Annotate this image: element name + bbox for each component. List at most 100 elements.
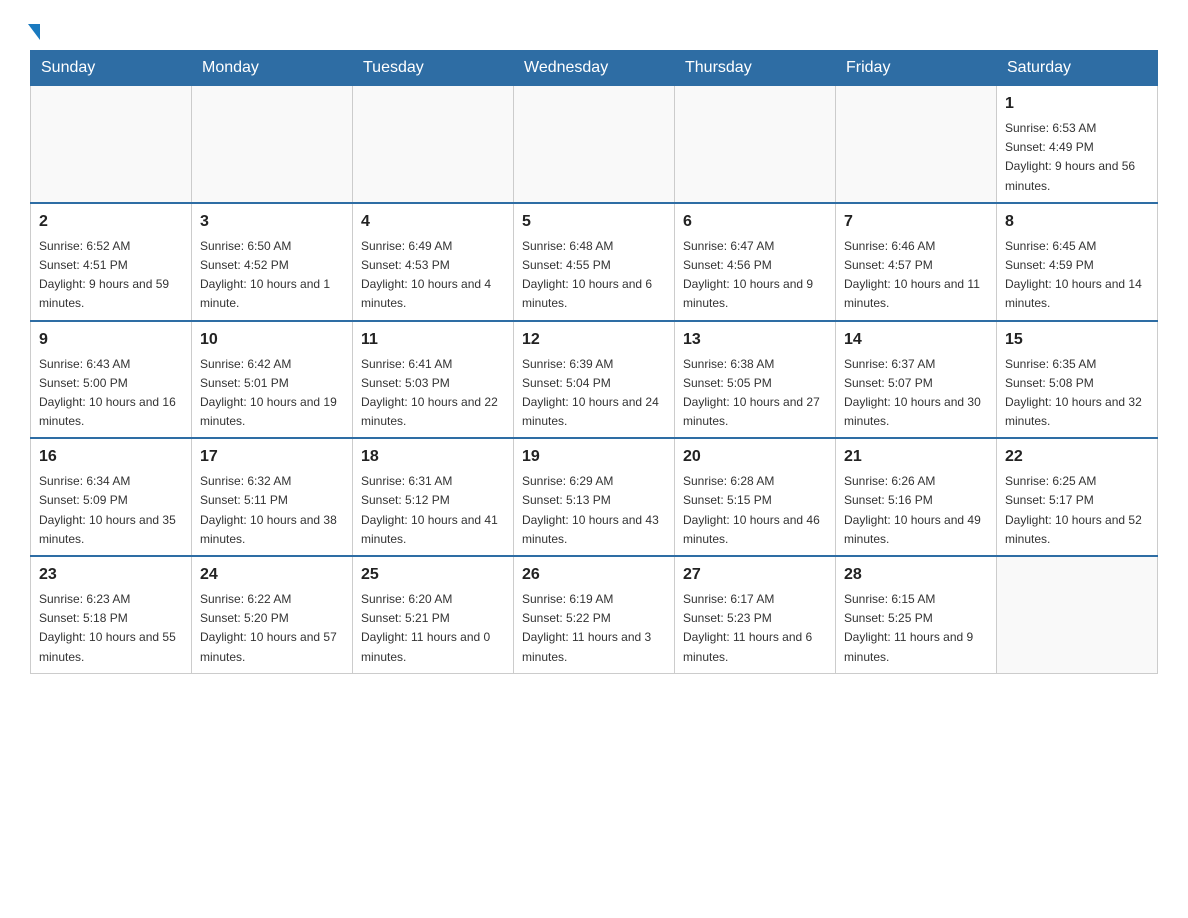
calendar-cell: 14 Sunrise: 6:37 AMSunset: 5:07 PMDayligh… (836, 321, 997, 439)
day-number: 10 (200, 328, 344, 352)
calendar-cell: 18 Sunrise: 6:31 AMSunset: 5:12 PMDayligh… (353, 438, 514, 556)
day-number: 5 (522, 210, 666, 234)
calendar-cell: 4 Sunrise: 6:49 AMSunset: 4:53 PMDaylight… (353, 203, 514, 321)
calendar-cell: 26 Sunrise: 6:19 AMSunset: 5:22 PMDayligh… (514, 556, 675, 673)
day-number: 16 (39, 445, 183, 469)
day-info: Sunrise: 6:48 AMSunset: 4:55 PMDaylight:… (522, 237, 666, 314)
week-row-4: 16 Sunrise: 6:34 AMSunset: 5:09 PMDayligh… (31, 438, 1158, 556)
day-number: 18 (361, 445, 505, 469)
calendar-cell: 9 Sunrise: 6:43 AMSunset: 5:00 PMDaylight… (31, 321, 192, 439)
calendar-cell (31, 86, 192, 203)
calendar-cell: 21 Sunrise: 6:26 AMSunset: 5:16 PMDayligh… (836, 438, 997, 556)
calendar-cell: 15 Sunrise: 6:35 AMSunset: 5:08 PMDayligh… (997, 321, 1158, 439)
day-info: Sunrise: 6:35 AMSunset: 5:08 PMDaylight:… (1005, 355, 1149, 432)
day-info: Sunrise: 6:38 AMSunset: 5:05 PMDaylight:… (683, 355, 827, 432)
page-header (30, 20, 1158, 40)
calendar-cell (192, 86, 353, 203)
day-number: 14 (844, 328, 988, 352)
calendar-cell: 6 Sunrise: 6:47 AMSunset: 4:56 PMDaylight… (675, 203, 836, 321)
logo (30, 20, 40, 40)
calendar-cell: 1 Sunrise: 6:53 AMSunset: 4:49 PMDaylight… (997, 86, 1158, 203)
day-number: 8 (1005, 210, 1149, 234)
week-row-2: 2 Sunrise: 6:52 AMSunset: 4:51 PMDaylight… (31, 203, 1158, 321)
week-row-5: 23 Sunrise: 6:23 AMSunset: 5:18 PMDayligh… (31, 556, 1158, 673)
calendar-cell: 3Sunrise: 6:50 AMSunset: 4:52 PMDaylight… (192, 203, 353, 321)
week-row-3: 9 Sunrise: 6:43 AMSunset: 5:00 PMDaylight… (31, 321, 1158, 439)
day-number: 26 (522, 563, 666, 587)
calendar-cell: 20 Sunrise: 6:28 AMSunset: 5:15 PMDayligh… (675, 438, 836, 556)
day-number: 24 (200, 563, 344, 587)
day-number: 13 (683, 328, 827, 352)
calendar-cell: 5 Sunrise: 6:48 AMSunset: 4:55 PMDaylight… (514, 203, 675, 321)
day-number: 19 (522, 445, 666, 469)
calendar-cell: 23 Sunrise: 6:23 AMSunset: 5:18 PMDayligh… (31, 556, 192, 673)
calendar-cell: 25 Sunrise: 6:20 AMSunset: 5:21 PMDayligh… (353, 556, 514, 673)
calendar-cell: 7 Sunrise: 6:46 AMSunset: 4:57 PMDaylight… (836, 203, 997, 321)
day-info: Sunrise: 6:23 AMSunset: 5:18 PMDaylight:… (39, 590, 183, 667)
calendar-cell: 16 Sunrise: 6:34 AMSunset: 5:09 PMDayligh… (31, 438, 192, 556)
calendar-cell: 27 Sunrise: 6:17 AMSunset: 5:23 PMDayligh… (675, 556, 836, 673)
day-info: Sunrise: 6:39 AMSunset: 5:04 PMDaylight:… (522, 355, 666, 432)
day-info: Sunrise: 6:26 AMSunset: 5:16 PMDaylight:… (844, 472, 988, 549)
weekday-header-row: SundayMondayTuesdayWednesdayThursdayFrid… (31, 51, 1158, 86)
calendar-cell (836, 86, 997, 203)
day-info: Sunrise: 6:49 AMSunset: 4:53 PMDaylight:… (361, 237, 505, 314)
day-info: Sunrise: 6:19 AMSunset: 5:22 PMDaylight:… (522, 590, 666, 667)
day-info: Sunrise: 6:20 AMSunset: 5:21 PMDaylight:… (361, 590, 505, 667)
day-info: Sunrise: 6:45 AMSunset: 4:59 PMDaylight:… (1005, 237, 1149, 314)
day-number: 1 (1005, 92, 1149, 116)
weekday-header-thursday: Thursday (675, 51, 836, 86)
calendar-cell: 10 Sunrise: 6:42 AMSunset: 5:01 PMDayligh… (192, 321, 353, 439)
day-number: 15 (1005, 328, 1149, 352)
day-number: 9 (39, 328, 183, 352)
day-info: Sunrise: 6:17 AMSunset: 5:23 PMDaylight:… (683, 590, 827, 667)
day-number: 28 (844, 563, 988, 587)
calendar-cell: 19Sunrise: 6:29 AMSunset: 5:13 PMDayligh… (514, 438, 675, 556)
day-number: 23 (39, 563, 183, 587)
calendar-cell: 12 Sunrise: 6:39 AMSunset: 5:04 PMDayligh… (514, 321, 675, 439)
day-info: Sunrise: 6:41 AMSunset: 5:03 PMDaylight:… (361, 355, 505, 432)
calendar-cell: 28Sunrise: 6:15 AMSunset: 5:25 PMDayligh… (836, 556, 997, 673)
calendar-cell (353, 86, 514, 203)
weekday-header-monday: Monday (192, 51, 353, 86)
day-number: 20 (683, 445, 827, 469)
day-number: 22 (1005, 445, 1149, 469)
day-info: Sunrise: 6:52 AMSunset: 4:51 PMDaylight:… (39, 237, 183, 314)
day-info: Sunrise: 6:28 AMSunset: 5:15 PMDaylight:… (683, 472, 827, 549)
week-row-1: 1 Sunrise: 6:53 AMSunset: 4:49 PMDaylight… (31, 86, 1158, 203)
day-number: 12 (522, 328, 666, 352)
day-number: 25 (361, 563, 505, 587)
day-info: Sunrise: 6:37 AMSunset: 5:07 PMDaylight:… (844, 355, 988, 432)
day-number: 21 (844, 445, 988, 469)
logo-arrow-icon (28, 24, 40, 40)
calendar-cell: 2 Sunrise: 6:52 AMSunset: 4:51 PMDaylight… (31, 203, 192, 321)
calendar-cell: 22Sunrise: 6:25 AMSunset: 5:17 PMDayligh… (997, 438, 1158, 556)
day-info: Sunrise: 6:32 AMSunset: 5:11 PMDaylight:… (200, 472, 344, 549)
day-number: 2 (39, 210, 183, 234)
day-number: 17 (200, 445, 344, 469)
day-number: 3 (200, 210, 344, 234)
calendar-cell (675, 86, 836, 203)
calendar-cell: 13 Sunrise: 6:38 AMSunset: 5:05 PMDayligh… (675, 321, 836, 439)
day-number: 27 (683, 563, 827, 587)
day-number: 11 (361, 328, 505, 352)
calendar-cell: 17 Sunrise: 6:32 AMSunset: 5:11 PMDayligh… (192, 438, 353, 556)
calendar-cell (997, 556, 1158, 673)
day-number: 6 (683, 210, 827, 234)
day-number: 4 (361, 210, 505, 234)
weekday-header-wednesday: Wednesday (514, 51, 675, 86)
day-info: Sunrise: 6:34 AMSunset: 5:09 PMDaylight:… (39, 472, 183, 549)
day-info: Sunrise: 6:22 AMSunset: 5:20 PMDaylight:… (200, 590, 344, 667)
day-info: Sunrise: 6:53 AMSunset: 4:49 PMDaylight:… (1005, 119, 1149, 196)
weekday-header-saturday: Saturday (997, 51, 1158, 86)
day-info: Sunrise: 6:46 AMSunset: 4:57 PMDaylight:… (844, 237, 988, 314)
calendar-cell (514, 86, 675, 203)
day-info: Sunrise: 6:43 AMSunset: 5:00 PMDaylight:… (39, 355, 183, 432)
calendar-cell: 24 Sunrise: 6:22 AMSunset: 5:20 PMDayligh… (192, 556, 353, 673)
weekday-header-sunday: Sunday (31, 51, 192, 86)
day-info: Sunrise: 6:47 AMSunset: 4:56 PMDaylight:… (683, 237, 827, 314)
day-info: Sunrise: 6:31 AMSunset: 5:12 PMDaylight:… (361, 472, 505, 549)
calendar-cell: 8 Sunrise: 6:45 AMSunset: 4:59 PMDaylight… (997, 203, 1158, 321)
day-number: 7 (844, 210, 988, 234)
day-info: Sunrise: 6:42 AMSunset: 5:01 PMDaylight:… (200, 355, 344, 432)
